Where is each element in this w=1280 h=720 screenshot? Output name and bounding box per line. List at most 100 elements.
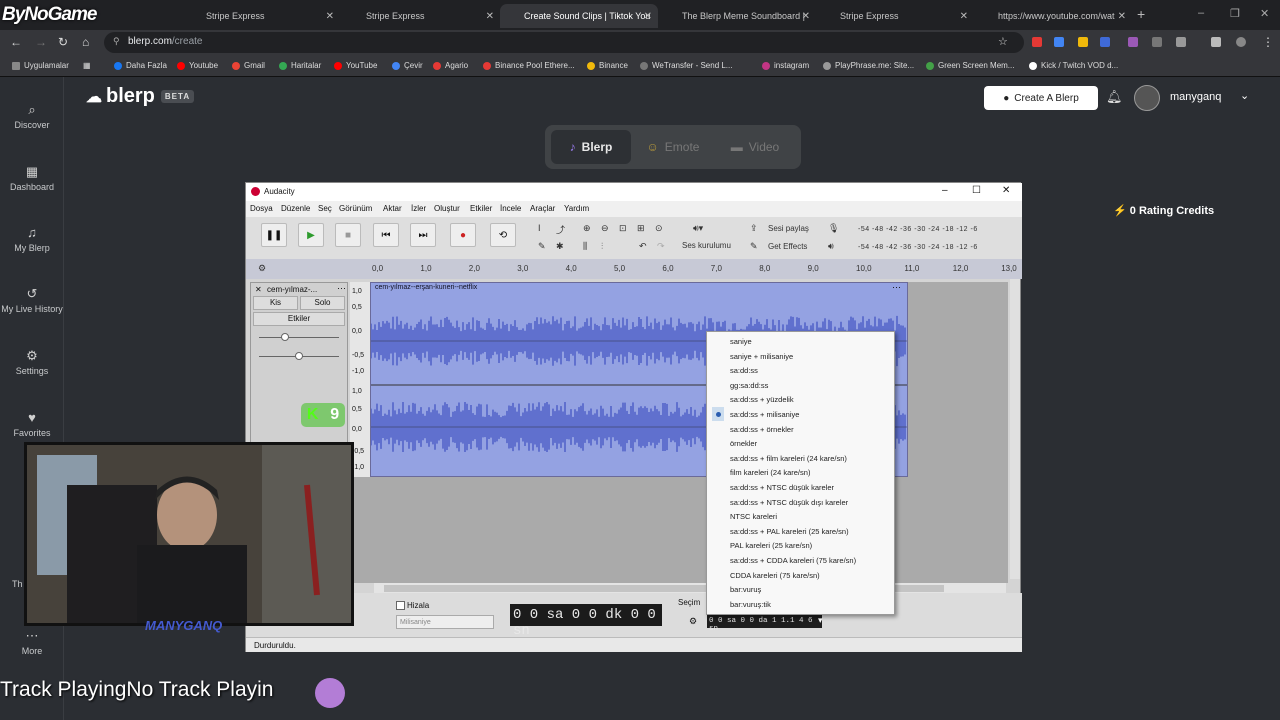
- forward-icon[interactable]: →: [35, 35, 47, 49]
- gain-slider[interactable]: [259, 337, 339, 338]
- new-tab-icon[interactable]: +: [1137, 6, 1145, 22]
- menu-transport[interactable]: Aktar: [383, 204, 402, 213]
- extension-icon[interactable]: [1152, 37, 1162, 47]
- bookmark-item[interactable]: instagram: [762, 61, 809, 70]
- timeline-ruler[interactable]: ⚙ 0,0 1,0 2,0 3,0 4,0 5,0 6,0 7,0 8,0 9,0 10,0 11,0…: [246, 259, 1022, 279]
- trim-icon[interactable]: ⫼: [583, 241, 587, 252]
- browser-tab[interactable]: The Blerp Meme Soundboard | ✕: [658, 4, 816, 28]
- record-meter[interactable]: -54 -48 -42 -36 -30 -24 -18 -12 -6: [858, 226, 978, 233]
- share-audio-button[interactable]: Sesi paylaş: [768, 224, 809, 233]
- menu-effects[interactable]: Etkiler: [470, 204, 492, 213]
- menu-file[interactable]: Dosya: [250, 204, 273, 213]
- format-option[interactable]: sa:dd:ss + milisaniye: [730, 410, 799, 419]
- format-option[interactable]: bar:vuruş:tik: [730, 600, 771, 609]
- bookmark-item[interactable]: Uygulamalar: [12, 61, 69, 70]
- zoom-out-icon[interactable]: ⊖: [601, 223, 609, 234]
- home-icon[interactable]: ⌂: [82, 35, 89, 49]
- audio-setup-button[interactable]: Ses kurulumu: [682, 241, 731, 250]
- format-option[interactable]: sa:dd:ss + NTSC düşük dışı kareler: [730, 498, 848, 507]
- clip-name[interactable]: cem-yılmaz--erşan-kuneri--netflix: [375, 284, 477, 291]
- format-option[interactable]: sa:dd:ss + NTSC düşük kareler: [730, 483, 834, 492]
- back-icon[interactable]: ←: [10, 35, 22, 49]
- browser-tab[interactable]: Stripe Express ✕: [816, 4, 974, 28]
- menu-view[interactable]: Görünüm: [339, 204, 372, 213]
- close-icon[interactable]: ✕: [644, 11, 652, 22]
- close-icon[interactable]: ✕: [960, 11, 968, 22]
- menu-generate[interactable]: Oluştur: [434, 204, 460, 213]
- format-option[interactable]: sa:dd:ss + yüzdelik: [730, 395, 794, 404]
- fit-selection-icon[interactable]: ⊡: [619, 223, 627, 234]
- sidebar-item-settings[interactable]: ⚙ Settings: [0, 349, 64, 377]
- silence-icon[interactable]: ⫶: [601, 241, 603, 252]
- browser-tab[interactable]: Stripe Express ✕: [182, 4, 340, 28]
- site-info-icon[interactable]: ⚲: [113, 36, 120, 47]
- format-option[interactable]: NTSC kareleri: [730, 512, 777, 521]
- sidebar-item-discover[interactable]: ⌕ Discover: [0, 103, 64, 131]
- bookmark-item[interactable]: Gmail: [232, 61, 265, 70]
- speaker-icon[interactable]: 🔊︎▾: [693, 223, 703, 234]
- chevron-down-icon[interactable]: ⌄: [1240, 89, 1249, 102]
- extension-icon[interactable]: [1054, 37, 1064, 47]
- format-option[interactable]: saniye: [730, 337, 752, 346]
- gain-slider-thumb[interactable]: [281, 333, 289, 341]
- bookmark-item[interactable]: Çevir: [392, 61, 423, 70]
- effects-icon[interactable]: ✎: [750, 241, 758, 252]
- sidebar-item-favorites[interactable]: ♥ Favorites: [0, 411, 64, 439]
- profile-icon[interactable]: [1236, 37, 1246, 47]
- bookmark-item[interactable]: PlayPhrase.me: Site...: [823, 61, 914, 70]
- format-option[interactable]: sa:dd:ss + film kareleri (24 kare/sn): [730, 454, 847, 463]
- empty-track-area[interactable]: [908, 282, 1008, 477]
- blerp-logo[interactable]: ☁ blerp BETA: [86, 85, 195, 108]
- bookmark-item[interactable]: Green Screen Mem...: [926, 61, 1014, 70]
- close-icon[interactable]: ✕: [486, 11, 494, 22]
- format-option[interactable]: film kareleri (24 kare/sn): [730, 468, 810, 477]
- format-option[interactable]: gg:sa:dd:ss: [730, 381, 768, 390]
- close-icon[interactable]: ✕: [1118, 11, 1126, 22]
- format-option[interactable]: sa:dd:ss + örnekler: [730, 425, 794, 434]
- format-option[interactable]: CDDA kareleri (75 kare/sn): [730, 571, 820, 580]
- bookmark-item[interactable]: WeTransfer - Send L...: [640, 61, 732, 70]
- minimize-icon[interactable]: –: [942, 185, 948, 196]
- pause-button[interactable]: ❚❚: [261, 223, 287, 247]
- download-icon[interactable]: [1211, 37, 1221, 47]
- time-format-dropdown[interactable]: saniye saniye + milisaniye sa:dd:ss gg:sa:d…: [706, 331, 895, 615]
- minimize-icon[interactable]: –: [1198, 7, 1204, 19]
- close-window-icon[interactable]: ✕: [1260, 7, 1269, 20]
- menu-select[interactable]: Seç: [318, 204, 332, 213]
- get-effects-button[interactable]: Get Effects: [768, 242, 807, 251]
- skip-end-button[interactable]: ⏭︎: [410, 223, 436, 247]
- share-icon[interactable]: ⇪: [750, 223, 758, 234]
- vertical-scrollbar[interactable]: [1010, 279, 1020, 579]
- menu-icon[interactable]: ⋮: [1262, 35, 1274, 49]
- format-option[interactable]: örnekler: [730, 439, 757, 448]
- selection-time-field[interactable]: 0 0 sa 0 0 da 1 1.1 4 6 sn: [707, 615, 822, 633]
- multi-tool-icon[interactable]: ✱: [556, 241, 564, 252]
- menu-tools[interactable]: Araçlar: [530, 204, 555, 213]
- fit-project-icon[interactable]: ⊞: [637, 223, 645, 234]
- format-dropdown-arrow[interactable]: ▾: [818, 615, 823, 626]
- browser-tab-active[interactable]: Create Sound Clips | Tiktok You ✕: [500, 4, 658, 28]
- format-option[interactable]: sa:dd:ss + CDDA kareleri (75 kare/sn): [730, 556, 856, 565]
- clip-menu-icon[interactable]: ⋯: [892, 282, 901, 293]
- bell-icon[interactable]: 🔔︎: [1106, 89, 1123, 105]
- track-name[interactable]: cem-yılmaz-...: [267, 285, 317, 294]
- bookmark-item[interactable]: Agario: [433, 61, 468, 70]
- bookmark-item[interactable]: Haritalar: [279, 61, 321, 70]
- bookmark-item[interactable]: Binance: [587, 61, 628, 70]
- mute-button[interactable]: Kis: [253, 296, 298, 310]
- apps-grid-icon[interactable]: ▦: [83, 61, 91, 70]
- play-button[interactable]: ▶: [298, 223, 324, 247]
- stop-button[interactable]: ■: [335, 223, 361, 247]
- maximize-icon[interactable]: ☐: [972, 185, 981, 196]
- puzzle-icon[interactable]: [1176, 37, 1186, 47]
- selection-tool-icon[interactable]: I: [538, 223, 541, 233]
- avatar[interactable]: [1134, 85, 1160, 111]
- extension-icon[interactable]: [1100, 37, 1110, 47]
- menu-edit[interactable]: Düzenle: [281, 204, 310, 213]
- format-option[interactable]: sa:dd:ss: [730, 366, 758, 375]
- bookmark-item[interactable]: Binance Pool Ethere...: [483, 61, 575, 70]
- sidebar-item-more[interactable]: ⋯ More: [0, 629, 64, 657]
- gear-icon[interactable]: ⚙: [689, 616, 697, 627]
- audio-position-display[interactable]: 0 0 sa 0 0 dk 0 0 sn: [510, 604, 662, 639]
- snap-unit-select[interactable]: Milisaniye: [396, 615, 494, 629]
